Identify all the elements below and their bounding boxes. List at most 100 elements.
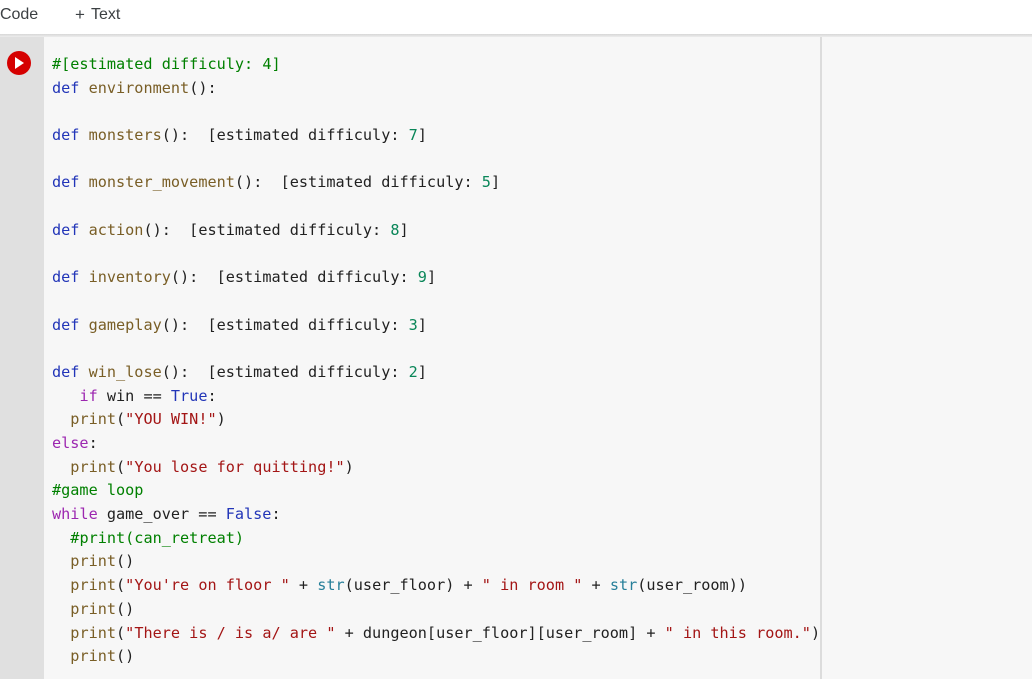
code-token: ) xyxy=(810,623,821,642)
code-token: def xyxy=(52,173,80,192)
code-token: (): [estimated difficuly: xyxy=(161,362,409,381)
code-token: : xyxy=(271,505,281,524)
code-line: def monster_movement(): [estimated diffi… xyxy=(52,171,820,195)
code-token: print xyxy=(70,552,117,571)
code-token: 2 xyxy=(408,362,418,381)
code-token: action xyxy=(88,220,144,239)
code-token: ] xyxy=(417,315,427,334)
run-cell-button[interactable] xyxy=(7,51,31,75)
code-token: + xyxy=(289,576,318,595)
code-token: + dungeon[user_floor][user_room] + xyxy=(335,623,665,642)
code-token: False xyxy=(225,505,272,524)
code-token: ] xyxy=(490,173,501,192)
code-token: "YOU WIN!" xyxy=(125,410,217,429)
code-line: print("You lose for quitting!") xyxy=(52,456,820,480)
code-token: ( xyxy=(116,576,126,595)
code-token: win_lose xyxy=(88,362,162,381)
code-token: () xyxy=(116,552,135,571)
code-line: print("You're on floor " + str(user_floo… xyxy=(52,574,820,598)
code-token: else xyxy=(52,434,89,452)
code-token: 7 xyxy=(408,126,418,145)
code-token: #print(can_retreat) xyxy=(70,528,245,547)
code-line: def action(): [estimated difficuly: 8] xyxy=(52,219,820,243)
code-line: def win_lose(): [estimated difficuly: 2] xyxy=(52,361,820,385)
code-line: print() xyxy=(52,598,820,622)
code-token: 8 xyxy=(390,220,400,239)
code-token: () xyxy=(116,647,135,666)
code-line: if win == True: xyxy=(52,385,820,409)
add-text-label: Text xyxy=(90,6,121,23)
code-content[interactable]: #[estimated difficuly: 4] def environment… xyxy=(52,53,820,669)
code-token: "You lose for quitting!" xyxy=(125,457,345,476)
code-token: () xyxy=(116,599,135,618)
code-token: str xyxy=(317,576,345,595)
code-token: ] xyxy=(399,220,409,239)
code-line: while game_over == False: xyxy=(52,503,820,527)
code-token: ( xyxy=(116,457,126,476)
code-token: ) xyxy=(344,457,354,476)
code-token: #[estimated difficuly: xyxy=(52,55,263,73)
code-token: + xyxy=(582,576,610,595)
code-token: : xyxy=(88,434,98,452)
code-token: inventory xyxy=(88,268,171,287)
side-pane xyxy=(822,37,1032,679)
code-token: print xyxy=(70,410,117,429)
code-token: : xyxy=(207,386,217,405)
code-token: print xyxy=(70,647,117,666)
code-token: if xyxy=(79,386,98,405)
code-token: (user_floor) + xyxy=(344,576,482,595)
code-token: #game loop xyxy=(52,481,144,500)
code-line: print("YOU WIN!") xyxy=(52,408,820,432)
code-token: print xyxy=(70,576,117,595)
add-code-label: Code xyxy=(0,6,39,23)
code-line: print() xyxy=(52,550,820,574)
code-token: ) xyxy=(216,410,226,429)
code-token: (): [estimated difficuly: xyxy=(170,268,418,287)
code-token: (): [estimated difficuly: xyxy=(143,220,391,239)
code-token: (): xyxy=(189,78,217,97)
code-token: ] xyxy=(426,268,437,287)
code-token: str xyxy=(609,576,638,595)
code-line: else: xyxy=(52,432,820,456)
code-token: (): [estimated difficuly: xyxy=(161,126,409,145)
code-token: environment xyxy=(88,78,190,97)
code-token: 5 xyxy=(481,173,491,192)
code-token: monsters xyxy=(88,126,162,145)
code-token: 9 xyxy=(417,268,427,287)
code-token: while xyxy=(52,505,98,524)
code-line: #[estimated difficuly: 4] xyxy=(52,53,820,77)
code-token: def xyxy=(52,78,80,97)
code-line: def environment(): xyxy=(52,77,820,101)
add-text-cell-button[interactable]: + Text xyxy=(75,2,120,28)
code-token: ] xyxy=(271,55,281,73)
code-line: def inventory(): [estimated difficuly: 9… xyxy=(52,266,820,290)
code-token: game_over == xyxy=(97,505,226,524)
code-token: (user_room)) xyxy=(637,576,747,595)
notebook-area: #[estimated difficuly: 4] def environment… xyxy=(0,37,1032,679)
code-token: True xyxy=(170,386,208,405)
code-token: ( xyxy=(116,410,126,429)
code-token: (): [estimated difficuly: xyxy=(234,173,482,192)
notebook-toolbar: + Code + Text xyxy=(0,0,1032,34)
code-editor[interactable]: #[estimated difficuly: 4] def environment… xyxy=(44,37,820,679)
code-token: ( xyxy=(116,623,126,642)
code-token: win == xyxy=(97,386,171,405)
code-line: print("There is / is a/ are " + dungeon[… xyxy=(52,622,820,646)
code-line: def monsters(): [estimated difficuly: 7] xyxy=(52,124,820,148)
code-token: (): [estimated difficuly: xyxy=(161,315,409,334)
add-code-cell-button[interactable]: + Code xyxy=(0,2,38,28)
